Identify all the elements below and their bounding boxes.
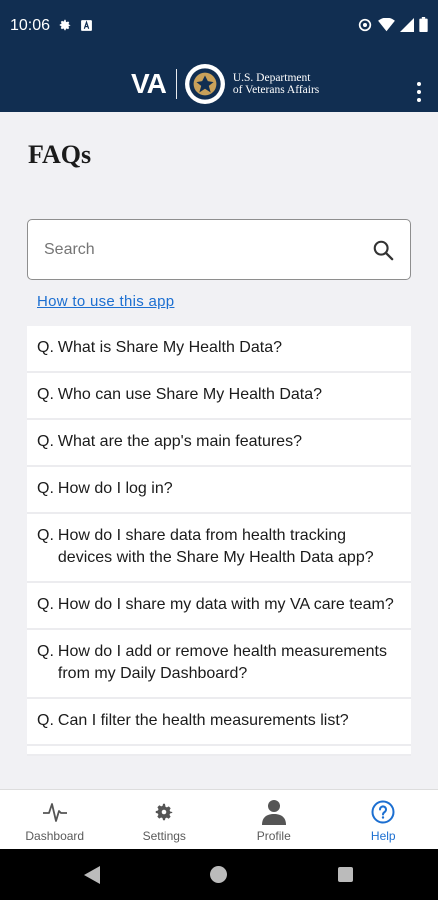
data-saver-icon: [357, 18, 373, 37]
faq-item[interactable]: Q. Can I filter the health measurements l…: [27, 699, 411, 746]
cellular-signal-icon: [400, 17, 414, 37]
search-input[interactable]: [44, 220, 364, 279]
gear-icon: [151, 799, 177, 825]
nav-help[interactable]: Help: [329, 790, 438, 849]
faq-item[interactable]: [27, 746, 411, 756]
status-time: 10:06: [10, 17, 51, 34]
va-logo-mark: VA: [131, 68, 167, 99]
search-icon[interactable]: [372, 239, 394, 261]
app-header: VA U.S. Department of Veterans Affairs: [0, 52, 438, 112]
search-box[interactable]: [27, 219, 411, 280]
status-bar: 10:06: [0, 0, 438, 52]
va-logo: VA U.S. Department of Veterans Affairs: [131, 64, 319, 104]
nav-settings[interactable]: Settings: [110, 790, 220, 849]
pulse-icon: [42, 799, 68, 825]
how-to-use-link[interactable]: How to use this app: [37, 293, 174, 310]
page-title: FAQs: [28, 140, 92, 169]
recent-apps-icon[interactable]: [338, 867, 353, 882]
font-notification-icon: [80, 19, 93, 37]
faq-item[interactable]: Q. Who can use Share My Health Data?: [27, 373, 411, 420]
nav-profile[interactable]: Profile: [219, 790, 329, 849]
faq-item[interactable]: Q. How do I log in?: [27, 467, 411, 514]
android-nav-bar: [0, 849, 438, 900]
help-circle-icon: [370, 799, 396, 825]
nav-dashboard[interactable]: Dashboard: [0, 790, 110, 849]
overflow-menu-icon[interactable]: [416, 82, 422, 102]
faq-item[interactable]: Q. How do I share my data with my VA care…: [27, 583, 411, 630]
faq-item[interactable]: Q. What is Share My Health Data?: [27, 326, 411, 373]
faq-item[interactable]: Q. How do I add or remove health measurem…: [27, 630, 411, 699]
settings-notification-icon: [58, 18, 72, 37]
va-seal-icon: [184, 64, 225, 104]
va-dept-name: U.S. Department of Veterans Affairs: [232, 72, 320, 96]
battery-icon: [419, 17, 428, 37]
person-icon: [261, 799, 287, 825]
faq-item[interactable]: Q. What are the app's main features?: [27, 420, 411, 467]
wifi-icon: [378, 17, 395, 37]
back-icon[interactable]: [84, 866, 100, 889]
bottom-nav: Dashboard Settings Profile Help: [0, 789, 438, 849]
faq-item[interactable]: Q. How do I share data from health tracki…: [27, 514, 411, 583]
home-icon[interactable]: [210, 866, 227, 883]
faq-list: Q. What is Share My Health Data? Q. Who ca…: [27, 326, 411, 756]
